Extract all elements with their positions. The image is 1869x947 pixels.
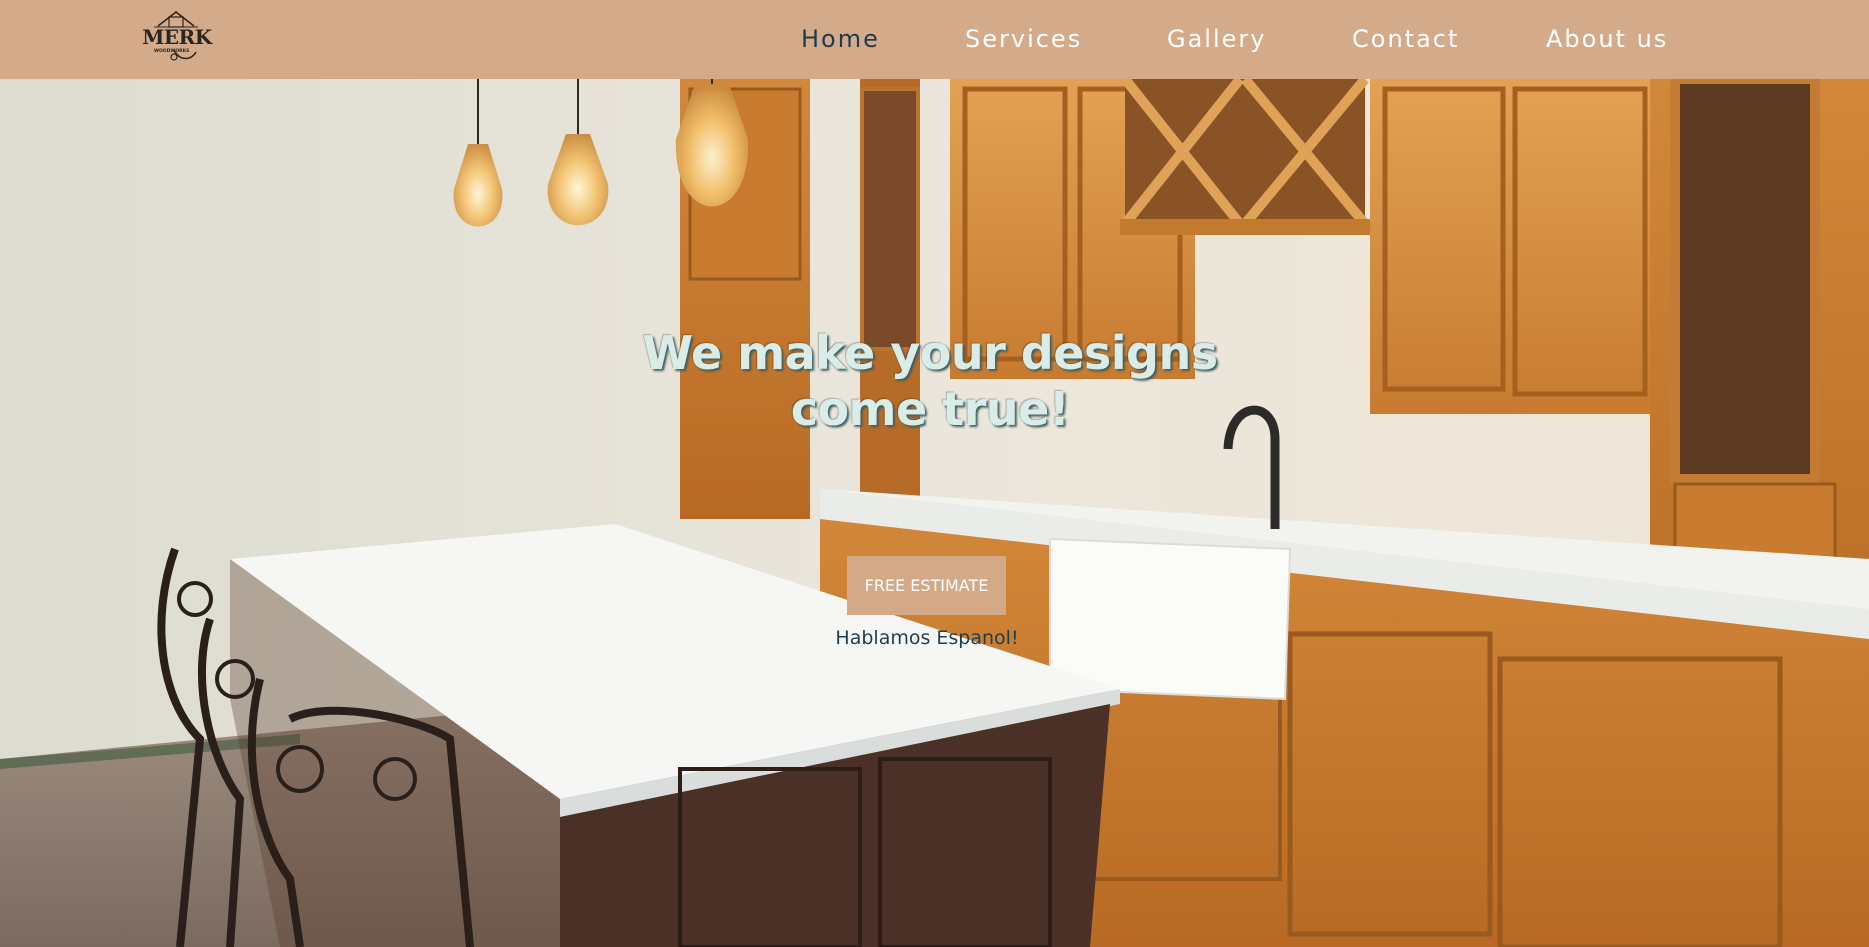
- nav-about-us[interactable]: About us: [1546, 22, 1668, 56]
- nav-home[interactable]: Home: [801, 22, 880, 56]
- spanish-spoken-note: Hablamos Espanol!: [835, 627, 1019, 649]
- page: MERK WOODWORKS Home Services Gallery Con…: [0, 0, 1869, 947]
- nav-gallery[interactable]: Gallery: [1167, 22, 1266, 56]
- nav-contact[interactable]: Contact: [1352, 22, 1459, 56]
- svg-text:WOODWORKS: WOODWORKS: [154, 48, 189, 54]
- hero-headline-line-2: come true!: [790, 381, 1070, 436]
- nav-services[interactable]: Services: [965, 22, 1082, 56]
- hero-headline-line-1: We make your designs: [642, 325, 1218, 380]
- svg-text:MERK: MERK: [142, 25, 213, 49]
- kitchen-background-image: [0, 79, 1869, 947]
- hero-section: We make your designs come true! FREE EST…: [0, 79, 1869, 947]
- merk-woodworks-logo[interactable]: MERK WOODWORKS: [136, 6, 218, 66]
- logo-mark: MERK WOODWORKS: [142, 10, 213, 61]
- hero-headline: We make your designs come true!: [640, 325, 1220, 437]
- free-estimate-button[interactable]: FREE ESTIMATE: [847, 556, 1006, 615]
- site-header: MERK WOODWORKS Home Services Gallery Con…: [0, 0, 1869, 79]
